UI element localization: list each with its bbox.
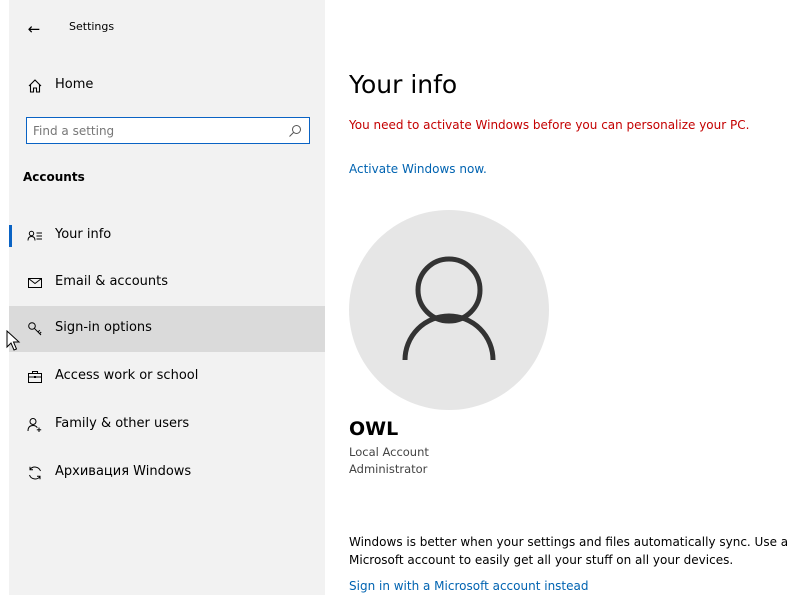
sidebar: ← Settings Home Accounts Your info Email… xyxy=(9,0,325,595)
sync-description: Windows is better when your settings and… xyxy=(349,535,789,567)
user-avatar-icon xyxy=(402,256,496,361)
sidebar-item-access-work-school[interactable]: Access work or school xyxy=(9,354,325,400)
sidebar-item-email-accounts[interactable]: Email & accounts xyxy=(9,260,325,306)
title-bar: ← Settings xyxy=(9,0,325,58)
account-role: Administrator xyxy=(349,462,428,476)
sidebar-item-label: Your info xyxy=(55,227,112,242)
search-icon[interactable] xyxy=(287,123,303,139)
app-title: Settings xyxy=(69,20,115,33)
back-arrow-icon: ← xyxy=(27,20,41,38)
microsoft-account-link[interactable]: Sign in with a Microsoft account instead xyxy=(349,579,588,593)
sidebar-item-your-info[interactable]: Your info xyxy=(9,213,325,259)
mouse-cursor-icon xyxy=(6,330,21,351)
sidebar-item-sign-in-options[interactable]: Sign-in options xyxy=(9,306,325,352)
sidebar-item-home[interactable]: Home xyxy=(9,70,325,102)
home-icon xyxy=(25,76,45,96)
sidebar-item-label: Email & accounts xyxy=(55,274,169,289)
activation-warning: You need to activate Windows before you … xyxy=(349,118,750,132)
selection-indicator xyxy=(9,225,12,247)
sidebar-item-label: Sign-in options xyxy=(55,320,152,335)
account-type: Local Account xyxy=(349,445,429,459)
section-title: Accounts xyxy=(23,170,85,184)
sidebar-item-backup[interactable]: Архивация Windows xyxy=(9,450,325,496)
sidebar-item-label: Family & other users xyxy=(55,416,190,431)
sidebar-item-label: Access work or school xyxy=(55,368,199,383)
user-avatar xyxy=(349,210,549,410)
key-icon xyxy=(25,319,45,339)
search-box xyxy=(26,117,310,144)
activate-windows-link[interactable]: Activate Windows now. xyxy=(349,162,487,176)
mail-icon xyxy=(25,273,45,293)
add-person-icon xyxy=(25,415,45,435)
sidebar-item-label: Архивация Windows xyxy=(55,464,192,479)
briefcase-icon xyxy=(25,367,45,387)
main-content: Your info You need to activate Windows b… xyxy=(325,0,794,595)
sidebar-item-family-other-users[interactable]: Family & other users xyxy=(9,402,325,448)
window-edge xyxy=(0,0,9,595)
sidebar-item-label: Home xyxy=(55,77,94,92)
person-card-icon xyxy=(25,226,45,246)
search-input[interactable] xyxy=(33,121,273,140)
user-name: OWL xyxy=(349,418,399,440)
sync-icon xyxy=(25,463,45,483)
page-title: Your info xyxy=(349,70,458,99)
back-button[interactable]: ← xyxy=(19,14,49,44)
